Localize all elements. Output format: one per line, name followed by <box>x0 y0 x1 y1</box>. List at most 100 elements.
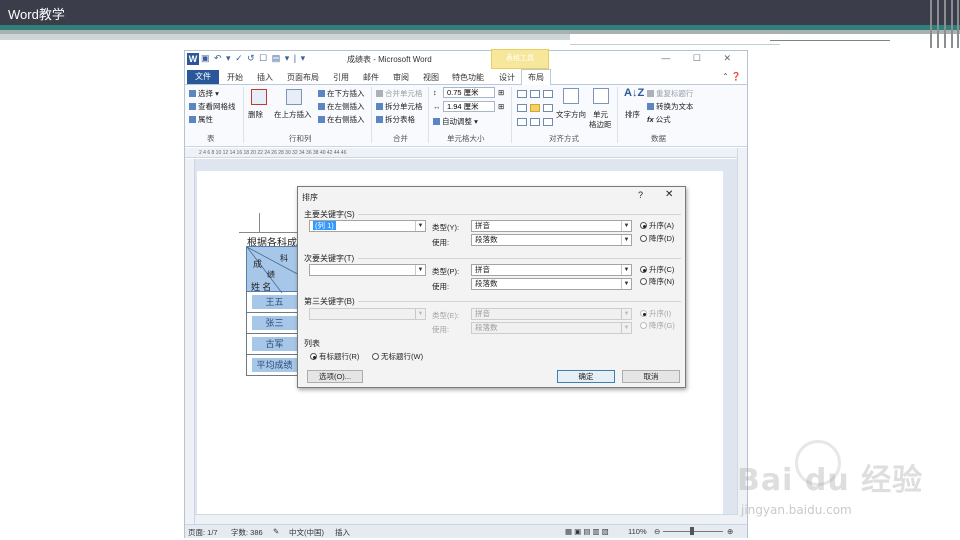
distribute-rows-icon[interactable]: ⊞ <box>498 88 504 97</box>
primary-key-select[interactable]: (列 1) ▼ <box>309 220 426 232</box>
no-header-row-radio[interactable]: 无标题行(W) <box>372 351 423 362</box>
cell-margins-button-line2[interactable]: 格边距 <box>589 119 612 130</box>
close-icon[interactable]: ✕ <box>665 189 673 200</box>
status-words[interactable]: 字数: 386 <box>231 527 263 538</box>
align-top-left-icon[interactable] <box>517 90 527 98</box>
zoom-slider-thumb[interactable] <box>690 527 694 535</box>
tab-mailings[interactable]: 邮件 <box>363 72 379 83</box>
secondary-using-select[interactable]: 段落数 ▼ <box>471 278 632 290</box>
view-buttons-icon[interactable]: ▦ ▣ ▤ ▥ ▧ <box>565 527 609 536</box>
properties-button[interactable]: 属性 <box>189 114 213 125</box>
has-header-row-radio[interactable]: 有标题行(R) <box>310 351 359 362</box>
table-row[interactable]: 张三 <box>246 313 302 334</box>
sort-button[interactable]: 排序 <box>625 109 640 120</box>
tab-file[interactable]: 文件 <box>187 70 219 84</box>
tertiary-descending-radio[interactable]: 降序(G) <box>640 320 675 331</box>
select-button[interactable]: 选择 ▾ <box>189 88 219 99</box>
horizontal-scrollbar[interactable] <box>195 514 738 524</box>
insert-above-icon[interactable] <box>286 89 302 105</box>
status-page[interactable]: 页面: 1/7 <box>188 527 218 538</box>
secondary-type-label: 类型(P): <box>432 267 460 276</box>
cancel-button[interactable]: 取消 <box>622 370 680 383</box>
tab-view[interactable]: 视图 <box>423 72 439 83</box>
primary-using-select[interactable]: 段落数 ▼ <box>471 234 632 246</box>
zoom-in-icon[interactable]: ⊕ <box>727 527 733 536</box>
chevron-down-icon: ▼ <box>415 265 425 275</box>
secondary-type-select[interactable]: 拼音 ▼ <box>471 264 632 276</box>
ribbon-separator <box>428 87 429 143</box>
table-row[interactable]: 古军 <box>246 334 302 355</box>
split-cells-button[interactable]: 拆分单元格 <box>376 101 423 112</box>
align-middle-right-icon[interactable] <box>543 104 553 112</box>
cell-margins-icon[interactable] <box>593 88 609 104</box>
sort-icon[interactable]: A↓Z <box>624 87 644 99</box>
status-language[interactable]: 中文(中国) <box>289 527 324 538</box>
secondary-ascending-radio[interactable]: 升序(C) <box>640 264 674 275</box>
formula-button[interactable]: fx 公式 <box>647 114 671 125</box>
tab-review[interactable]: 审阅 <box>393 72 409 83</box>
chevron-down-icon: ▼ <box>621 221 631 231</box>
tertiary-ascending-radio[interactable]: 升序(I) <box>640 308 671 319</box>
align-top-right-icon[interactable] <box>543 90 553 98</box>
delete-button[interactable]: 删除 <box>248 109 263 120</box>
primary-ascending-radio[interactable]: 升序(A) <box>640 220 674 231</box>
table-cell-name: 王五 <box>252 295 297 309</box>
delete-icon[interactable] <box>251 89 267 105</box>
ribbon-tabs: 文件 开始 插入 页面布局 引用 邮件 审阅 视图 特色功能 设计 布局 ⌃ ❓ <box>185 69 747 85</box>
status-zoom[interactable]: 110% <box>628 527 647 536</box>
options-button[interactable]: 选项(O)... <box>307 370 363 383</box>
insert-right-button[interactable]: 在右侧插入 <box>318 114 365 125</box>
tab-layout[interactable]: 布局 <box>521 69 551 85</box>
align-bottom-right-icon[interactable] <box>543 118 553 126</box>
help-icon[interactable]: ? <box>638 190 643 200</box>
tertiary-type-select[interactable]: 拼音 ▼ <box>471 308 632 320</box>
column-width-input[interactable]: 1.94 厘米 <box>443 101 495 112</box>
ok-button[interactable]: 确定 <box>557 370 615 383</box>
document-table[interactable]: 成 科 绩 姓 名 王五 张三 古军 平均成绩 <box>246 246 303 376</box>
primary-descending-radio[interactable]: 降序(D) <box>640 233 674 244</box>
secondary-key-select[interactable]: ▼ <box>309 264 426 276</box>
proofing-icon[interactable]: ✎ <box>273 527 279 536</box>
repeat-header-button[interactable]: 重复标题行 <box>647 88 694 99</box>
tab-home[interactable]: 开始 <box>227 72 243 83</box>
tab-insert[interactable]: 插入 <box>257 72 273 83</box>
align-bottom-left-icon[interactable] <box>517 118 527 126</box>
insert-above-button[interactable]: 在上方插入 <box>274 109 312 120</box>
window-controls[interactable]: — ☐ ✕ <box>661 53 741 64</box>
merge-cells-button[interactable]: 合并单元格 <box>376 88 423 99</box>
primary-type-select[interactable]: 拼音 ▼ <box>471 220 632 232</box>
status-mode[interactable]: 插入 <box>335 527 350 538</box>
slide-header: Word教学 <box>0 0 960 25</box>
split-table-button[interactable]: 拆分表格 <box>376 114 415 125</box>
ribbon-help-icon[interactable]: ⌃ ❓ <box>722 72 741 81</box>
align-middle-left-icon[interactable] <box>517 104 527 112</box>
insert-right-icon <box>318 116 325 123</box>
align-middle-center-icon[interactable] <box>530 104 540 112</box>
align-bottom-center-icon[interactable] <box>530 118 540 126</box>
quick-access-toolbar[interactable]: ▣ ↶ ▾ ✓ ↺ ☐ ▤ ▾ | ▾ <box>201 53 306 64</box>
convert-to-text-button[interactable]: 转换为文本 <box>647 101 694 112</box>
table-row[interactable]: 王五 <box>246 292 302 313</box>
tertiary-using-select[interactable]: 段落数 ▼ <box>471 322 632 334</box>
insert-below-button[interactable]: 在下方插入 <box>318 88 365 99</box>
row-height-input[interactable]: 0.75 厘米 <box>443 87 495 98</box>
chevron-down-icon: ▼ <box>621 323 631 333</box>
text-direction-button[interactable]: 文字方向 <box>556 109 586 120</box>
tertiary-key-label: 第三关键字(B) <box>304 297 355 306</box>
table-header-cell[interactable]: 成 科 绩 姓 名 <box>246 246 303 293</box>
distribute-columns-icon[interactable]: ⊞ <box>498 102 504 111</box>
text-direction-icon[interactable] <box>563 88 579 104</box>
insert-left-button[interactable]: 在左侧插入 <box>318 101 365 112</box>
ribbon-separator <box>617 87 618 143</box>
tab-design[interactable]: 设计 <box>499 72 515 83</box>
tab-page-layout[interactable]: 页面布局 <box>287 72 319 83</box>
view-gridlines-button[interactable]: 查看网格线 <box>189 101 236 112</box>
tab-special-features[interactable]: 特色功能 <box>452 72 484 83</box>
tertiary-key-select[interactable]: ▼ <box>309 308 426 320</box>
align-top-center-icon[interactable] <box>530 90 540 98</box>
tab-references[interactable]: 引用 <box>333 72 349 83</box>
autofit-button[interactable]: 自动调整 ▾ <box>433 116 478 127</box>
zoom-out-icon[interactable]: ⊖ <box>654 527 660 536</box>
secondary-descending-radio[interactable]: 降序(N) <box>640 276 674 287</box>
table-row[interactable]: 平均成绩 <box>246 355 302 376</box>
